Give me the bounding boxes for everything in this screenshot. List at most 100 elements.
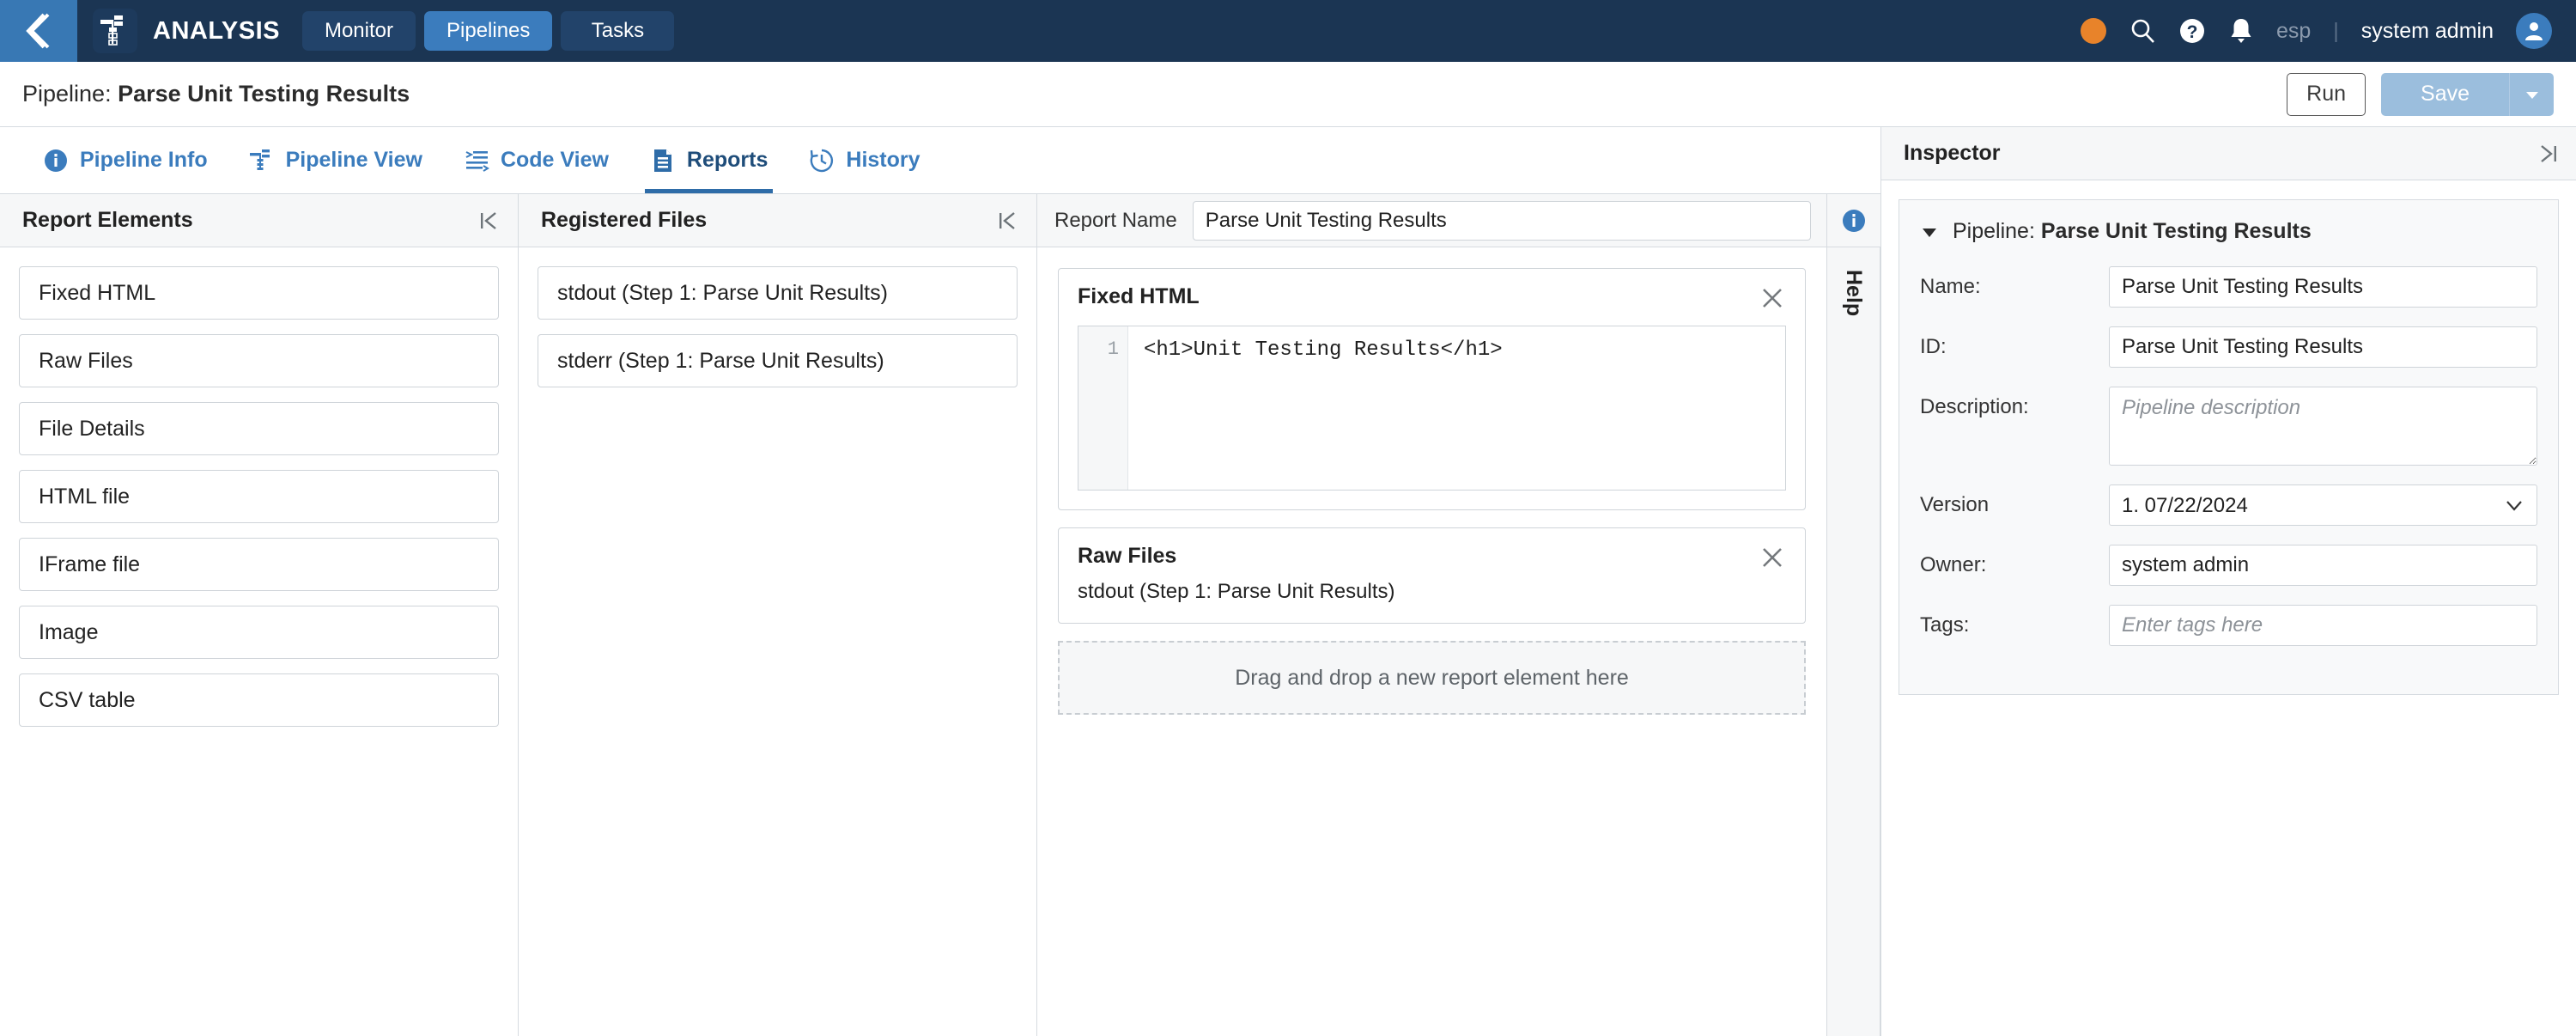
registered-file-label: stdout (Step 1: Parse Unit Results) (557, 280, 888, 305)
report-card-title: Fixed HTML (1078, 284, 1200, 308)
tab-reports[interactable]: Reports (629, 127, 788, 193)
fixed-html-code-editor[interactable]: 1 <h1>Unit Testing Results</h1> (1078, 326, 1786, 491)
report-element-label: File Details (39, 416, 145, 441)
tab-pipeline-view-label: Pipeline View (285, 148, 422, 172)
inspector-panel: Inspector Pipeline: Parse Unit Testing R… (1880, 127, 2576, 1036)
help-button[interactable]: ? (2178, 17, 2206, 45)
help-tab[interactable]: Help (1827, 247, 1880, 1036)
caret-down-icon (2525, 91, 2538, 99)
avatar[interactable] (2516, 13, 2552, 49)
registered-files-panel: Registered Files stdout (Step 1: Parse U… (519, 194, 1037, 1036)
inspector-id-input[interactable] (2109, 326, 2537, 368)
list-item[interactable]: stderr (Step 1: Parse Unit Results) (538, 334, 1018, 387)
top-right-actions: ? esp | system admin (2080, 13, 2576, 49)
list-item[interactable]: stdout (Step 1: Parse Unit Results) (538, 266, 1018, 320)
inspector-body: Pipeline: Parse Unit Testing Results Nam… (1881, 180, 2576, 1036)
report-element-label: Fixed HTML (39, 280, 156, 305)
svg-text:?: ? (2187, 22, 2198, 42)
report-card-remove-button[interactable] (1759, 544, 1786, 571)
page-title-prefix: Pipeline: (22, 81, 118, 107)
back-button[interactable] (0, 0, 77, 62)
save-button-label: Save (2421, 82, 2470, 106)
report-card-remove-button[interactable] (1759, 284, 1786, 312)
inspector-tags-input[interactable] (2109, 605, 2537, 646)
inspector-version-select[interactable]: 1. 07/22/2024 (2109, 484, 2537, 526)
report-name-label: Report Name (1054, 208, 1177, 232)
registered-files-header: Registered Files (519, 194, 1036, 247)
language-selector[interactable]: esp (2276, 19, 2311, 44)
report-dropzone[interactable]: Drag and drop a new report element here (1058, 641, 1806, 715)
report-elements-list: Fixed HTML Raw Files File Details HTML f… (0, 247, 518, 1036)
inspector-pipeline-section: Pipeline: Parse Unit Testing Results Nam… (1899, 199, 2559, 695)
report-canvas[interactable]: Fixed HTML 1 <h1>Unit Testing Results</h… (1037, 247, 1826, 1036)
list-item[interactable]: Image (19, 606, 499, 659)
report-dropzone-label: Drag and drop a new report element here (1235, 665, 1629, 690)
list-item[interactable]: Raw Files (19, 334, 499, 387)
status-indicator-dot[interactable] (2080, 18, 2106, 44)
tab-pipeline-view[interactable]: Pipeline View (228, 127, 443, 193)
list-item[interactable]: HTML file (19, 470, 499, 523)
page-title-name: Parse Unit Testing Results (118, 81, 410, 107)
report-name-input[interactable] (1192, 200, 1811, 241)
report-element-label: Raw Files (39, 348, 133, 373)
report-element-label: IFrame file (39, 552, 141, 576)
report-card-title: Raw Files (1078, 544, 1177, 568)
close-icon (1763, 548, 1782, 567)
username-label[interactable]: system admin (2361, 19, 2494, 44)
tab-pipeline-info[interactable]: Pipeline Info (22, 127, 228, 193)
inspector-field-description: Description: (1920, 387, 2537, 466)
inspector-field-name-label: Name: (1920, 275, 1981, 298)
inspector-name-input[interactable] (2109, 266, 2537, 308)
code-content[interactable]: <h1>Unit Testing Results</h1> (1128, 326, 1785, 490)
search-button[interactable] (2129, 17, 2156, 45)
list-item[interactable]: IFrame file (19, 538, 499, 591)
collapse-left-icon (999, 211, 1015, 229)
inspector-collapse-button[interactable] (2537, 143, 2559, 165)
nav-tab-tasks[interactable]: Tasks (561, 11, 675, 51)
main-body: Pipeline Info Pipeline View Code View Re… (0, 127, 2576, 1036)
inspector-field-tags-label: Tags: (1920, 613, 1970, 637)
code-line-number: 1 (1078, 326, 1128, 490)
report-elements-panel: Report Elements Fixed HTML Raw Files Fil… (0, 194, 519, 1036)
tab-reports-label: Reports (686, 148, 769, 172)
nav-tab-pipelines-label: Pipelines (447, 19, 531, 42)
tab-code-view[interactable]: Code View (443, 127, 629, 193)
report-element-label: Image (39, 619, 99, 644)
save-button[interactable]: Save (2381, 72, 2509, 116)
registered-files-title: Registered Files (541, 208, 708, 232)
list-item[interactable]: File Details (19, 402, 499, 455)
clock-revert-icon (811, 149, 834, 172)
notifications-button[interactable] (2228, 17, 2254, 45)
tab-history-label: History (846, 148, 920, 172)
nav-tab-monitor[interactable]: Monitor (301, 11, 416, 51)
run-button-label: Run (2306, 82, 2347, 106)
nav-tab-tasks-label: Tasks (591, 19, 645, 42)
help-info-button[interactable] (1827, 194, 1880, 247)
save-dropdown-button[interactable] (2509, 72, 2554, 116)
inspector-field-version: Version 1. 07/22/2024 (1920, 484, 2537, 526)
tab-code-view-label: Code View (500, 148, 609, 172)
pipeline-tree-icon (249, 149, 270, 170)
report-document-icon (653, 149, 671, 172)
inspector-field-description-label: Description: (1920, 395, 2029, 418)
inspector-description-textarea[interactable] (2109, 387, 2537, 466)
registered-files-list: stdout (Step 1: Parse Unit Results) stde… (519, 247, 1036, 1036)
inspector-section-header[interactable]: Pipeline: Parse Unit Testing Results (1920, 219, 2537, 244)
expand-right-icon (2541, 144, 2556, 162)
editor-region: Pipeline Info Pipeline View Code View Re… (0, 127, 1880, 1036)
list-item[interactable]: CSV table (19, 673, 499, 727)
tab-history[interactable]: History (788, 127, 940, 193)
nav-tab-pipelines[interactable]: Pipelines (424, 11, 553, 51)
inspector-field-owner-label: Owner: (1920, 553, 1987, 576)
registered-files-collapse-button[interactable] (997, 210, 1019, 232)
code-lines-icon (465, 150, 489, 172)
chevron-left-icon (26, 13, 50, 49)
inspector-owner-input[interactable] (2109, 545, 2537, 586)
report-elements-collapse-button[interactable] (478, 210, 501, 232)
page-actions: Run Save (2287, 72, 2554, 116)
run-button[interactable]: Run (2287, 72, 2366, 116)
registered-file-label: stderr (Step 1: Parse Unit Results) (557, 348, 884, 373)
caret-down-icon (1923, 228, 1936, 237)
nav-tab-monitor-label: Monitor (324, 19, 393, 42)
list-item[interactable]: Fixed HTML (19, 266, 499, 320)
